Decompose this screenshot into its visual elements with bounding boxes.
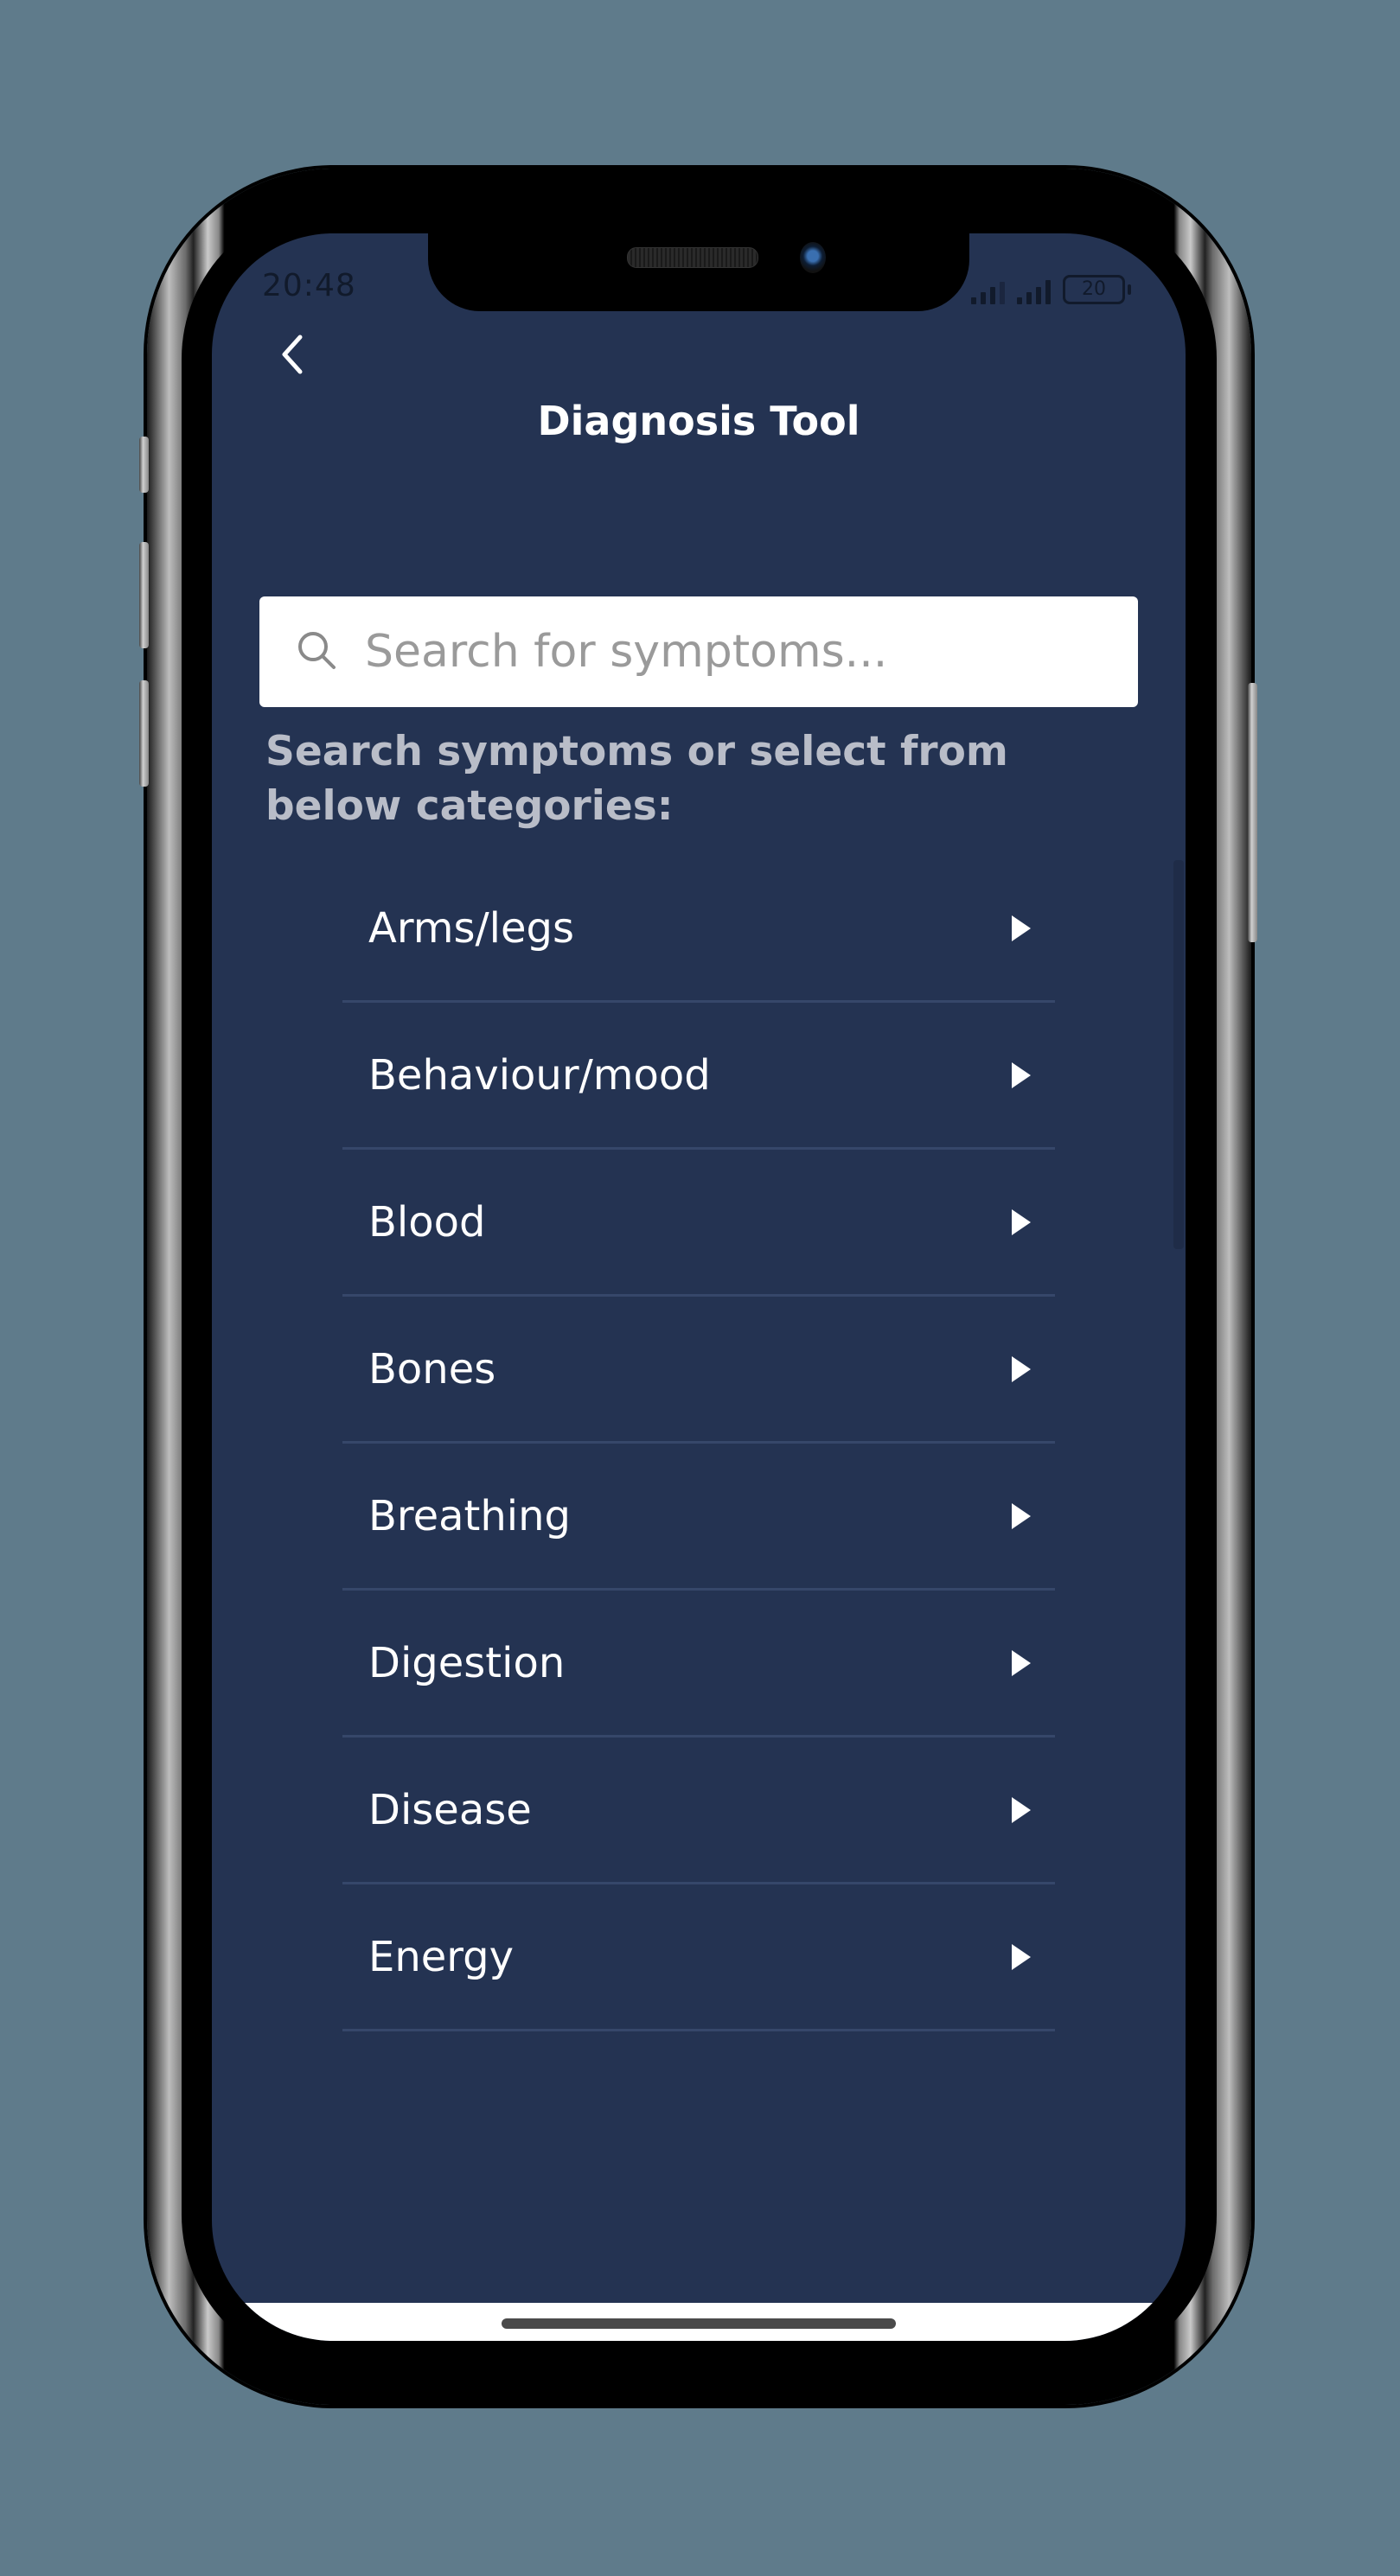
search-bar[interactable] xyxy=(259,596,1138,707)
category-label: Breathing xyxy=(368,1491,572,1540)
category-label: Energy xyxy=(368,1932,515,1981)
volume-down-button xyxy=(139,680,149,787)
front-camera xyxy=(800,242,826,273)
category-item-breathing[interactable]: Breathing xyxy=(342,1444,1055,1591)
category-label: Digestion xyxy=(368,1638,566,1687)
category-item-arms-legs[interactable]: Arms/legs xyxy=(342,856,1055,1003)
caret-right-icon xyxy=(1012,915,1031,941)
volume-up-button xyxy=(139,542,149,648)
search-icon xyxy=(298,632,336,669)
category-list: Arms/legs Behaviour/mood Blood Bones Bre… xyxy=(342,856,1055,2031)
search-hint: Search symptoms or select from below cat… xyxy=(265,728,1008,830)
caret-right-icon xyxy=(1012,1502,1031,1529)
category-item-behaviour-mood[interactable]: Behaviour/mood xyxy=(342,1003,1055,1150)
category-item-energy[interactable]: Energy xyxy=(342,1884,1055,2031)
caret-right-icon xyxy=(1012,1355,1031,1382)
chevron-left-icon xyxy=(282,335,303,374)
category-item-digestion[interactable]: Digestion xyxy=(342,1591,1055,1738)
category-item-blood[interactable]: Blood xyxy=(342,1150,1055,1297)
caret-right-icon xyxy=(1012,1062,1031,1088)
category-item-bones[interactable]: Bones xyxy=(342,1297,1055,1444)
category-label: Behaviour/mood xyxy=(368,1050,711,1100)
scrollbar[interactable] xyxy=(1173,860,1184,1249)
caret-right-icon xyxy=(1012,1943,1031,1970)
back-button[interactable] xyxy=(271,328,314,380)
search-input[interactable] xyxy=(363,625,1138,679)
signal-icon xyxy=(971,278,1005,304)
notch xyxy=(428,233,969,311)
power-button xyxy=(1248,683,1257,942)
signal-icon xyxy=(1017,278,1051,304)
category-label: Arms/legs xyxy=(368,903,575,953)
category-item-disease[interactable]: Disease xyxy=(342,1738,1055,1884)
page-title: Diagnosis Tool xyxy=(537,398,860,444)
status-icons: 20 xyxy=(971,275,1131,304)
mute-switch xyxy=(139,437,149,493)
caret-right-icon xyxy=(1012,1208,1031,1235)
battery-icon: 20 xyxy=(1063,275,1131,304)
category-label: Disease xyxy=(368,1785,532,1834)
category-label: Bones xyxy=(368,1344,496,1393)
category-label: Blood xyxy=(368,1197,486,1247)
status-time: 20:48 xyxy=(262,268,356,303)
speaker-grille xyxy=(627,247,758,268)
home-indicator[interactable] xyxy=(502,2318,896,2329)
app-screen: 20:48 20 Diagnosis Tool Search symptoms … xyxy=(212,233,1186,2341)
caret-right-icon xyxy=(1012,1796,1031,1823)
caret-right-icon xyxy=(1012,1649,1031,1676)
bottom-bar xyxy=(212,2303,1186,2341)
